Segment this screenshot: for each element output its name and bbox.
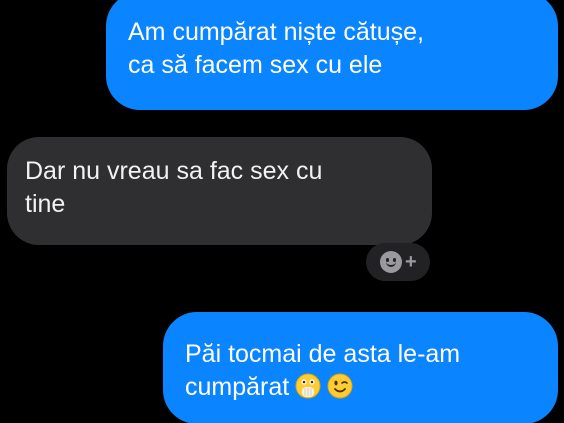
message-text-line: tine [25,190,66,218]
conversation-view: Am cumpărat niște cătușe, ca să facem se… [0,0,564,423]
message-text: cumpărat [185,373,290,401]
message-text-line: Păi tocmai de asta le-am [185,340,461,368]
message-text-line: Dar nu vreau sa fac sex cu [25,157,323,185]
message-text-line: Am cumpărat niște cătușe, [128,18,424,46]
add-reaction-button[interactable]: + [366,243,430,281]
received-message-bubble[interactable]: Dar nu vreau sa fac sex cu tine [7,137,432,245]
sent-message-bubble[interactable]: Păi tocmai de asta le-am cumpărat [163,312,558,423]
hand-over-mouth-emoji-icon [295,373,321,399]
smiley-icon [380,251,402,273]
sent-message-bubble[interactable]: Am cumpărat niște cătușe, ca să facem se… [106,0,558,110]
message-text-line: ca să facem sex cu ele [128,51,383,79]
plus-icon: + [405,251,417,273]
winking-face-emoji-icon [327,373,353,399]
message-text-line-with-emoji: cumpărat [185,371,540,404]
